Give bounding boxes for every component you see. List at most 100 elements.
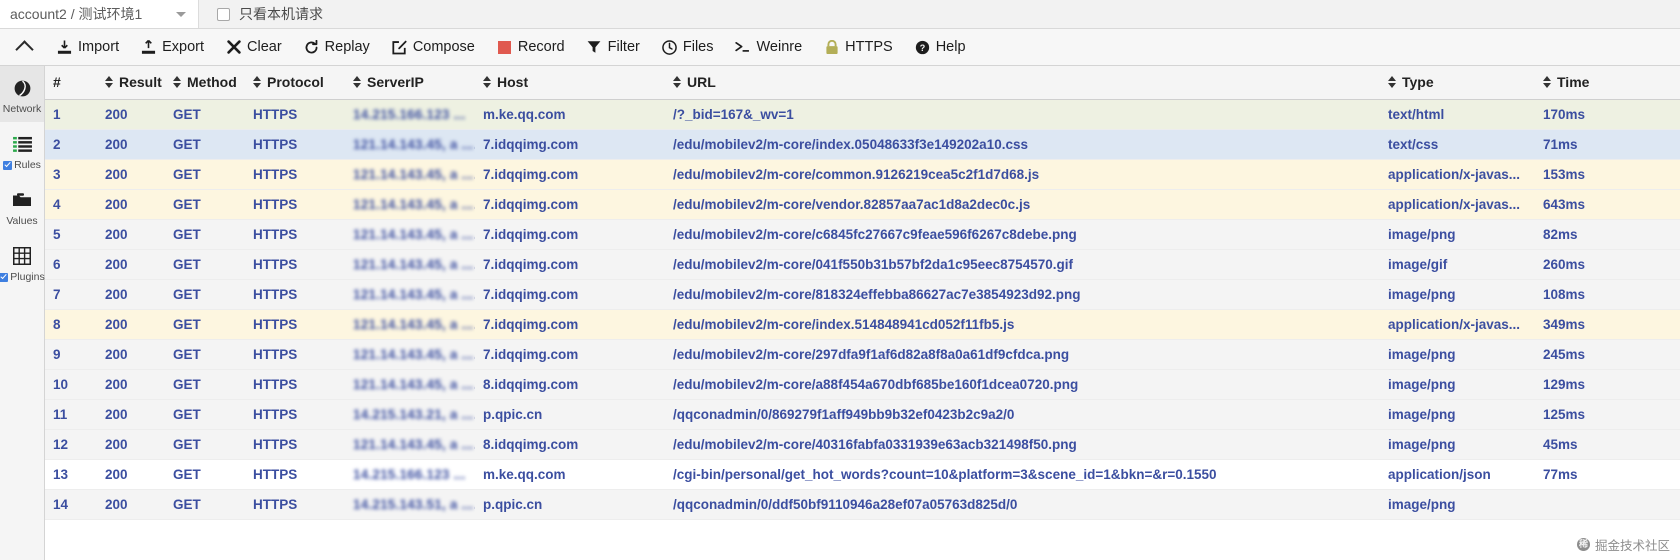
sidebar-item-values[interactable]: Values — [0, 178, 44, 234]
list-icon — [0, 133, 44, 155]
lock-icon — [824, 39, 839, 55]
table-row[interactable]: 10 200 GET HTTPS 121.14.143.45, a ... 8.idqqi… — [45, 369, 1680, 400]
table-row[interactable]: 9 200 GET HTTPS 121.14.143.45, a ... 7.idqqim… — [45, 339, 1680, 370]
cell-type: text/html — [1380, 99, 1535, 130]
column-header-result[interactable]: Result — [97, 66, 165, 100]
table-row[interactable]: 13 200 GET HTTPS 14.215.166.123 ... m.ke.qq.c… — [45, 459, 1680, 490]
column-header-type[interactable]: Type — [1380, 66, 1535, 100]
local-requests-only-toggle[interactable]: 只看本机请求 — [217, 4, 323, 24]
server-ip-value: 121.14.143.45, a ... — [353, 256, 474, 272]
cell-result: 200 — [97, 219, 165, 250]
cell-url: /edu/mobilev2/m-core/index.05048633f3e14… — [665, 129, 1380, 160]
toolbar-button-help[interactable]: ? Help — [904, 29, 977, 65]
toolbar-button-files[interactable]: Files — [651, 29, 725, 65]
table-row[interactable]: 14 200 GET HTTPS 14.215.143.51, a ... p.qpic.… — [45, 489, 1680, 520]
sort-toggle-icon[interactable] — [105, 76, 113, 89]
column-header-host[interactable]: Host — [475, 66, 665, 100]
main-toolbar: Import Export Clear Replay Compose Record Filt… — [0, 29, 1680, 66]
sidebar-item-plugins[interactable]: Plugins — [0, 234, 45, 290]
cell-serverip: 121.14.143.45, a ... — [345, 189, 475, 220]
toolbar-button-label: Import — [78, 39, 120, 55]
cell-host: 8.idqqimg.com — [475, 429, 665, 460]
cell-url: /?_bid=167&_wv=1 — [665, 99, 1380, 130]
table-row[interactable]: 12 200 GET HTTPS 121.14.143.45, a ... 8.idqqi… — [45, 429, 1680, 460]
sort-toggle-icon[interactable] — [673, 76, 681, 89]
column-header-url[interactable]: URL — [665, 66, 1380, 100]
table-row[interactable]: 11 200 GET HTTPS 14.215.143.21, a ... p.qpic.… — [45, 399, 1680, 430]
funnel-icon — [587, 40, 602, 55]
cell-host: m.ke.qq.com — [475, 99, 665, 130]
cell-url: /cgi-bin/personal/get_hot_words?count=10… — [665, 459, 1380, 490]
sidebar-item-plugins-label: Plugins — [10, 271, 45, 283]
table-row[interactable]: 3 200 GET HTTPS 121.14.143.45, a ... 7.idqqim… — [45, 159, 1680, 190]
column-header-serverip[interactable]: ServerIP — [345, 66, 475, 100]
table-body: 1 200 GET HTTPS 14.215.166.123 ... m.ke.qq.co… — [45, 99, 1680, 520]
workspace: Network Rules Values Plugins # Result Me… — [0, 66, 1680, 560]
cell-method: GET — [165, 219, 245, 250]
table-row[interactable]: 8 200 GET HTTPS 121.14.143.45, a ... 7.idqqim… — [45, 309, 1680, 340]
compose-icon — [392, 40, 407, 55]
globe-icon — [0, 77, 44, 99]
cell-idx: 5 — [45, 219, 97, 250]
sort-toggle-icon[interactable] — [353, 76, 361, 89]
collapse-toolbar-button[interactable] — [2, 29, 46, 65]
sort-toggle-icon[interactable] — [483, 76, 491, 89]
toolbar-button-replay[interactable]: Replay — [293, 29, 381, 65]
toolbar-button-import[interactable]: Import — [46, 29, 130, 65]
sort-toggle-icon[interactable] — [1388, 76, 1396, 89]
cell-url: /edu/mobilev2/m-core/a88f454a670dbf685be… — [665, 369, 1380, 400]
local-requests-only-checkbox[interactable] — [217, 7, 230, 21]
cell-serverip: 14.215.166.123 ... — [345, 99, 475, 130]
column-header-time[interactable]: Time — [1535, 66, 1680, 100]
cell-time: 71ms — [1535, 129, 1680, 160]
cell-idx: 8 — [45, 309, 97, 340]
cell-time: 129ms — [1535, 369, 1680, 400]
sort-toggle-icon[interactable] — [173, 76, 181, 89]
network-table-area[interactable]: # Result Method Protocol ServerIP Host URL Type… — [45, 66, 1680, 560]
column-header-method[interactable]: Method — [165, 66, 245, 100]
sort-toggle-icon[interactable] — [1543, 76, 1551, 89]
sidebar-item-network[interactable]: Network — [0, 66, 44, 122]
sort-toggle-icon[interactable] — [253, 76, 261, 89]
cell-type: application/x-javas... — [1380, 159, 1535, 190]
toolbar-button-compose[interactable]: Compose — [381, 29, 486, 65]
table-row[interactable]: 5 200 GET HTTPS 121.14.143.45, a ... 7.idqqim… — [45, 219, 1680, 250]
table-row[interactable]: 7 200 GET HTTPS 121.14.143.45, a ... 7.idqqim… — [45, 279, 1680, 310]
cell-method: GET — [165, 129, 245, 160]
cell-time: 77ms — [1535, 459, 1680, 490]
sidebar-item-rules[interactable]: Rules — [0, 122, 44, 178]
column-header-idx[interactable]: # — [45, 66, 97, 100]
rules-enabled-checkbox[interactable] — [3, 160, 13, 170]
account-selector[interactable]: account2 / 测试环境1 — [0, 0, 199, 28]
toolbar-button-clear[interactable]: Clear — [215, 29, 293, 65]
cell-result: 200 — [97, 189, 165, 220]
cell-idx: 4 — [45, 189, 97, 220]
cell-method: GET — [165, 99, 245, 130]
svg-text:?: ? — [919, 42, 925, 52]
column-header-protocol[interactable]: Protocol — [245, 66, 345, 100]
toolbar-button-label: Files — [682, 39, 714, 55]
table-row[interactable]: 4 200 GET HTTPS 121.14.143.45, a ... 7.idqqim… — [45, 189, 1680, 220]
cell-idx: 11 — [45, 399, 97, 430]
server-ip-value: 121.14.143.45, a ... — [353, 226, 474, 242]
toolbar-button-https[interactable]: HTTPS — [813, 29, 904, 65]
table-row[interactable]: 2 200 GET HTTPS 121.14.143.45, a ... 7.idqqim… — [45, 129, 1680, 160]
table-row[interactable]: 1 200 GET HTTPS 14.215.166.123 ... m.ke.qq.co… — [45, 99, 1680, 130]
cell-protocol: HTTPS — [245, 99, 345, 130]
toolbar-button-label: Help — [935, 39, 966, 55]
column-header-label: ServerIP — [367, 74, 424, 91]
cell-idx: 3 — [45, 159, 97, 190]
column-header-label: Type — [1402, 74, 1434, 91]
cell-result: 200 — [97, 399, 165, 430]
chevron-up-icon — [14, 39, 34, 59]
cell-method: GET — [165, 309, 245, 340]
cell-result: 200 — [97, 489, 165, 520]
toolbar-button-filter[interactable]: Filter — [576, 29, 651, 65]
plugins-enabled-checkbox[interactable] — [0, 272, 9, 282]
toolbar-button-weinre[interactable]: Weinre — [724, 29, 813, 65]
toolbar-button-record[interactable]: Record — [486, 29, 576, 65]
toolbar-button-export[interactable]: Export — [130, 29, 215, 65]
cell-url: /qqconadmin/0/869279f1aff949bb9b32ef0423… — [665, 399, 1380, 430]
table-row[interactable]: 6 200 GET HTTPS 121.14.143.45, a ... 7.idqqim… — [45, 249, 1680, 280]
sidebar-item-values-label: Values — [6, 215, 38, 227]
